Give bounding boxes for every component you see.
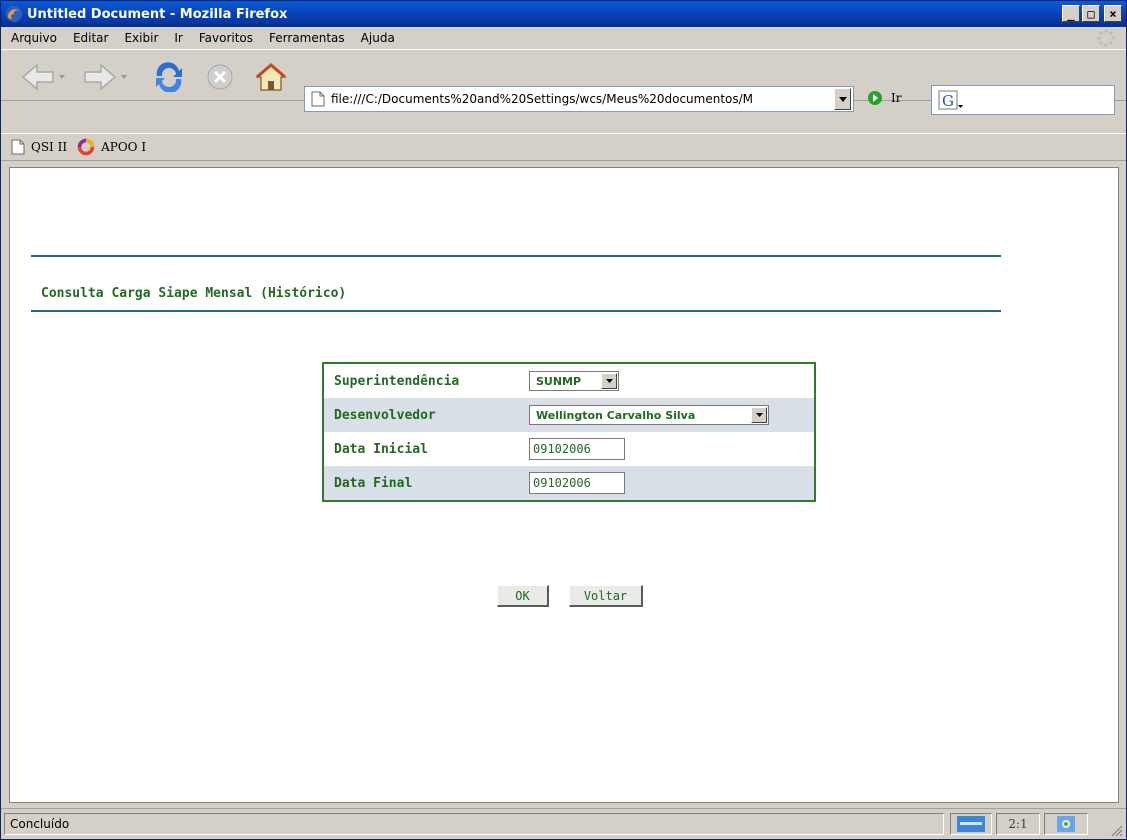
chevron-down-icon — [838, 96, 847, 102]
window-controls: _ □ × — [1062, 5, 1122, 22]
minimize-button[interactable]: _ — [1062, 5, 1080, 22]
form-row-data-final: Data Final 09102006 — [324, 466, 814, 500]
bookmarks-toolbar: QSI II APOO I — [1, 133, 1126, 161]
data-final-label: Data Final — [334, 475, 413, 491]
ring-icon — [77, 138, 95, 156]
url-text[interactable]: file:///C:/Documents%20and%20Settings/wc… — [331, 92, 831, 106]
browser-window: Untitled Document - Mozilla Firefox _ □ … — [0, 0, 1127, 840]
title-bar[interactable]: Untitled Document - Mozilla Firefox _ □ … — [1, 1, 1126, 27]
data-final-input[interactable]: 09102006 — [529, 472, 625, 494]
network-icon — [957, 816, 985, 832]
form-row-desenvolvedor: Desenvolvedor Wellington Carvalho Silva — [324, 398, 814, 432]
data-inicial-input[interactable]: 09102006 — [529, 438, 625, 460]
menu-bar: Arquivo Editar Exibir Ir Favoritos Ferra… — [1, 27, 1126, 49]
home-icon[interactable] — [254, 62, 288, 92]
menu-arquivo[interactable]: Arquivo — [1, 31, 65, 45]
status-panel-security[interactable] — [1044, 813, 1088, 835]
url-dropdown-button[interactable] — [834, 88, 851, 110]
desenvolvedor-select[interactable]: Wellington Carvalho Silva — [529, 405, 769, 425]
title-divider — [31, 310, 1001, 312]
voltar-button[interactable]: Voltar — [569, 585, 643, 607]
status-bar: Concluído 2:1 — [1, 808, 1126, 839]
data-inicial-label: Data Inicial — [334, 441, 428, 457]
throbber-icon — [1097, 29, 1115, 47]
top-divider — [31, 255, 1001, 257]
superintendencia-value: SUNMP — [536, 374, 582, 388]
search-box[interactable]: G — [931, 85, 1115, 115]
close-button[interactable]: × — [1104, 5, 1122, 22]
menu-exibir[interactable]: Exibir — [116, 31, 166, 45]
superintendencia-label: Superintendência — [334, 373, 460, 389]
query-form: Superintendência SUNMP Desenvolvedor Wel… — [322, 362, 816, 502]
bookmark-apoo-i[interactable]: APOO I — [77, 138, 146, 156]
resize-grip-icon[interactable] — [1109, 823, 1123, 837]
status-text: Concluído — [4, 813, 944, 835]
page-content: Consulta Carga Siape Mensal (Histórico) … — [9, 167, 1119, 803]
form-row-data-inicial: Data Inicial 09102006 — [324, 432, 814, 466]
window-title: Untitled Document - Mozilla Firefox — [27, 6, 288, 22]
maximize-button[interactable]: □ — [1082, 5, 1100, 22]
page-title: Consulta Carga Siape Mensal (Histórico) — [41, 286, 347, 301]
back-arrow-icon[interactable] — [19, 62, 67, 92]
bookmark-label: QSI II — [31, 140, 68, 154]
menu-ir[interactable]: Ir — [166, 31, 190, 45]
page-info-icon — [1057, 816, 1075, 832]
stop-icon[interactable] — [204, 62, 236, 92]
go-button[interactable]: Ir — [867, 90, 901, 106]
bookmark-qsi-ii[interactable]: QSI II — [11, 139, 67, 155]
menu-favoritos[interactable]: Favoritos — [191, 31, 261, 45]
menu-ajuda[interactable]: Ajuda — [353, 31, 403, 45]
go-label: Ir — [891, 91, 902, 105]
superintendencia-select[interactable]: SUNMP — [529, 371, 619, 391]
status-zoom[interactable]: 2:1 — [996, 813, 1040, 835]
desenvolvedor-value: Wellington Carvalho Silva — [536, 408, 696, 422]
firefox-icon — [6, 6, 22, 22]
svg-text:G: G — [942, 92, 954, 110]
chevron-down-icon[interactable] — [751, 407, 767, 423]
go-icon — [868, 91, 882, 105]
reload-icon[interactable] — [151, 62, 187, 92]
desenvolvedor-label: Desenvolvedor — [334, 407, 436, 423]
ok-button[interactable]: OK — [497, 585, 549, 607]
status-panel-network[interactable] — [950, 813, 992, 835]
chevron-down-icon[interactable] — [601, 373, 617, 389]
bookmark-label: APOO I — [101, 140, 147, 154]
menu-ferramentas[interactable]: Ferramentas — [261, 31, 353, 45]
url-bar[interactable]: file:///C:/Documents%20and%20Settings/wc… — [304, 86, 854, 112]
menu-editar[interactable]: Editar — [65, 31, 117, 45]
forward-arrow-icon[interactable] — [81, 62, 129, 92]
page-icon — [11, 139, 25, 155]
google-search-icon: G — [938, 90, 963, 110]
page-icon — [311, 91, 325, 107]
form-row-superintendencia: Superintendência SUNMP — [324, 364, 814, 398]
